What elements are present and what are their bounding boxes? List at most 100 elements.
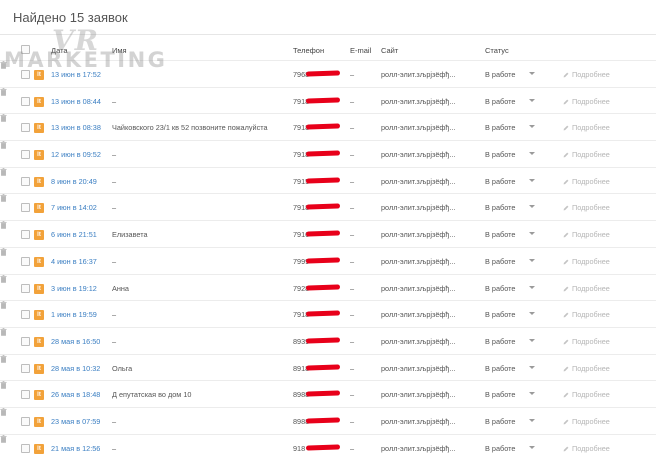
- request-date-link[interactable]: 13 июн в 08:38: [51, 123, 101, 132]
- request-date-link[interactable]: 13 июн в 08:44: [51, 97, 101, 106]
- chevron-down-icon[interactable]: [529, 285, 535, 289]
- request-site: ролл-элит.зљрјзёфђ...: [381, 230, 456, 240]
- trash-icon[interactable]: [0, 221, 7, 229]
- row-checkbox[interactable]: [21, 283, 30, 293]
- row-checkbox[interactable]: [21, 203, 30, 213]
- details-button[interactable]: Подробнее: [563, 390, 610, 399]
- details-button[interactable]: Подробнее: [563, 70, 610, 79]
- chevron-down-icon[interactable]: [529, 418, 535, 422]
- header-status[interactable]: Статус: [485, 46, 509, 55]
- trash-icon[interactable]: [0, 247, 7, 256]
- header-phone[interactable]: Телефон: [293, 46, 324, 55]
- chevron-down-icon[interactable]: [529, 178, 535, 182]
- details-button[interactable]: Подробнее: [563, 150, 610, 159]
- row-checkbox[interactable]: [21, 70, 30, 79]
- trash-icon[interactable]: [0, 167, 7, 176]
- trash-icon[interactable]: [0, 434, 7, 443]
- details-button[interactable]: Подробнее: [563, 444, 610, 453]
- details-button[interactable]: Подробнее: [563, 177, 610, 186]
- status-select[interactable]: В работе: [485, 284, 515, 293]
- status-select[interactable]: В работе: [485, 444, 515, 453]
- request-date-link[interactable]: 8 июн в 20:49: [51, 177, 97, 186]
- request-date-link[interactable]: 23 мая в 07:59: [51, 417, 100, 426]
- trash-icon[interactable]: [0, 141, 7, 149]
- details-button[interactable]: Подробнее: [563, 230, 610, 239]
- chevron-down-icon[interactable]: [529, 445, 535, 449]
- redaction-mark: [305, 310, 341, 317]
- row-checkbox[interactable]: [21, 150, 30, 160]
- request-date-link[interactable]: 21 мая в 12:56: [51, 444, 100, 453]
- chevron-down-icon[interactable]: [529, 152, 535, 156]
- trash-icon[interactable]: [0, 194, 7, 203]
- row-checkbox[interactable]: [21, 390, 30, 400]
- details-button[interactable]: Подробнее: [563, 203, 610, 212]
- details-button[interactable]: Подробнее: [563, 364, 610, 373]
- status-select[interactable]: В работе: [485, 417, 515, 426]
- status-select[interactable]: В работе: [485, 390, 515, 399]
- details-button[interactable]: Подробнее: [563, 284, 610, 293]
- details-button[interactable]: Подробнее: [563, 257, 610, 266]
- pencil-icon: [563, 339, 569, 345]
- status-select[interactable]: В работе: [485, 310, 515, 319]
- chevron-down-icon[interactable]: [529, 365, 535, 369]
- request-date-link[interactable]: 1 июн в 19:59: [51, 310, 97, 319]
- request-date-link[interactable]: 6 июн в 21:51: [51, 230, 97, 239]
- details-button[interactable]: Подробнее: [563, 337, 610, 346]
- trash-icon[interactable]: [0, 274, 7, 283]
- status-select[interactable]: В работе: [485, 150, 515, 159]
- trash-icon[interactable]: [0, 114, 7, 123]
- details-button[interactable]: Подробнее: [563, 97, 610, 106]
- header-email[interactable]: E-mail: [350, 46, 371, 55]
- request-date-link[interactable]: 28 мая в 16:50: [51, 337, 100, 346]
- trash-icon[interactable]: [0, 327, 7, 336]
- status-select[interactable]: В работе: [485, 177, 515, 186]
- details-button[interactable]: Подробнее: [563, 417, 610, 426]
- status-select[interactable]: В работе: [485, 230, 515, 239]
- details-button[interactable]: Подробнее: [563, 123, 610, 132]
- row-checkbox[interactable]: [21, 176, 30, 186]
- trash-icon[interactable]: [0, 87, 7, 96]
- status-select[interactable]: В работе: [485, 257, 515, 266]
- request-date-link[interactable]: 12 июн в 09:52: [51, 150, 101, 159]
- chevron-down-icon[interactable]: [529, 98, 535, 102]
- chevron-down-icon[interactable]: [529, 258, 535, 262]
- status-select[interactable]: В работе: [485, 203, 515, 212]
- chevron-down-icon[interactable]: [529, 232, 535, 236]
- chevron-down-icon[interactable]: [529, 392, 535, 396]
- trash-icon[interactable]: [0, 381, 7, 390]
- request-date-link[interactable]: 4 июн в 16:37: [51, 257, 97, 266]
- trash-icon[interactable]: [0, 301, 7, 309]
- details-button[interactable]: Подробнее: [563, 310, 610, 319]
- request-date-link[interactable]: 3 июн в 19:12: [51, 284, 97, 293]
- status-select[interactable]: В работе: [485, 337, 515, 346]
- request-date-link[interactable]: 26 мая в 18:48: [51, 390, 100, 399]
- chevron-down-icon[interactable]: [529, 312, 535, 316]
- request-date-link[interactable]: 7 июн в 14:02: [51, 203, 97, 212]
- chevron-down-icon[interactable]: [529, 125, 535, 129]
- chevron-down-icon[interactable]: [529, 72, 535, 75]
- row-checkbox[interactable]: [21, 416, 30, 426]
- row-checkbox[interactable]: [21, 363, 30, 373]
- chevron-down-icon[interactable]: [529, 205, 535, 209]
- status-select[interactable]: В работе: [485, 70, 515, 79]
- row-checkbox[interactable]: [21, 256, 30, 266]
- status-select[interactable]: В работе: [485, 123, 515, 132]
- request-date-link[interactable]: 28 мая в 10:32: [51, 364, 100, 373]
- header-site[interactable]: Сайт: [381, 46, 398, 55]
- chevron-down-icon[interactable]: [529, 338, 535, 342]
- trash-icon[interactable]: [0, 61, 7, 69]
- row-checkbox[interactable]: [21, 123, 30, 133]
- status-select[interactable]: В работе: [485, 364, 515, 373]
- row-checkbox[interactable]: [21, 310, 30, 320]
- row-checkbox[interactable]: [21, 230, 30, 240]
- header-name[interactable]: Имя: [112, 46, 127, 55]
- select-all-checkbox[interactable]: [21, 45, 30, 54]
- row-checkbox[interactable]: [21, 336, 30, 346]
- row-checkbox[interactable]: [21, 443, 30, 453]
- trash-icon[interactable]: [0, 408, 7, 416]
- trash-icon[interactable]: [0, 354, 7, 363]
- header-date[interactable]: Дата: [51, 46, 68, 55]
- status-select[interactable]: В работе: [485, 97, 515, 106]
- row-checkbox[interactable]: [21, 96, 30, 106]
- request-date-link[interactable]: 13 июн в 17:52: [51, 70, 101, 79]
